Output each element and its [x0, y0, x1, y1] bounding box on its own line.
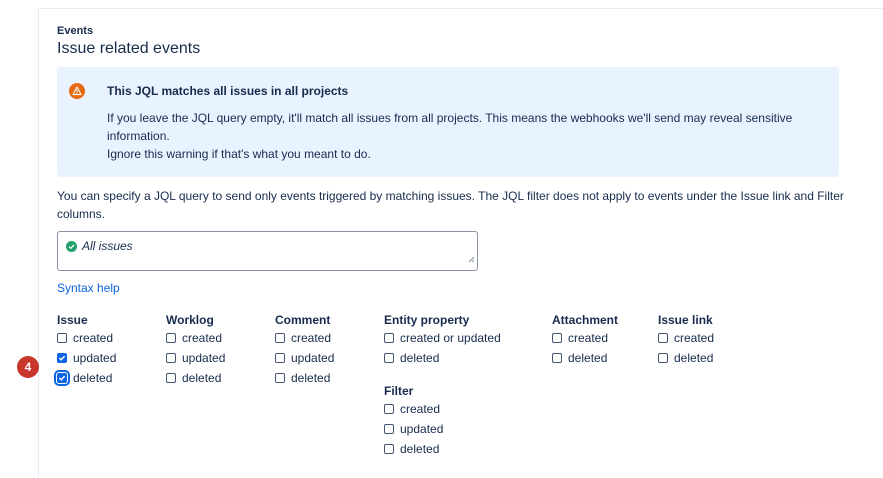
option-label: updated [182, 351, 226, 365]
checkbox[interactable] [658, 353, 668, 363]
banner-title: This JQL matches all issues in all proje… [107, 84, 349, 98]
comment-created-option[interactable]: created [275, 328, 334, 348]
attachment-created-option[interactable]: created [552, 328, 618, 348]
column-title: Issue [57, 313, 88, 327]
option-label: created [674, 331, 715, 345]
column-title: Issue link [658, 313, 713, 327]
checkbox[interactable] [166, 373, 176, 383]
option-label: created [291, 331, 332, 345]
checkbox[interactable] [275, 373, 285, 383]
checkbox[interactable] [552, 333, 562, 343]
issue-column: Issue created updated deleted [54, 312, 116, 388]
checkbox[interactable] [275, 333, 285, 343]
comment-updated-option[interactable]: updated [275, 348, 334, 368]
checkbox[interactable] [384, 404, 394, 414]
check-circle-icon [66, 241, 77, 252]
attachment-column: Attachment created deleted [552, 312, 618, 368]
checkbox-checked[interactable] [57, 353, 67, 363]
resize-handle-icon[interactable] [468, 250, 475, 268]
filter-deleted-option[interactable]: deleted [384, 439, 443, 459]
option-label: deleted [674, 351, 714, 365]
checkbox[interactable] [658, 333, 668, 343]
option-label: updated [73, 351, 117, 365]
column-title: Entity property [384, 313, 470, 327]
filter-updated-option[interactable]: updated [384, 419, 443, 439]
option-label: created [73, 331, 114, 345]
checkbox[interactable] [166, 353, 176, 363]
option-label: deleted [400, 442, 440, 456]
checkbox[interactable] [57, 333, 67, 343]
attachment-deleted-option[interactable]: deleted [552, 348, 618, 368]
banner-body: If you leave the JQL query empty, it'll … [107, 109, 807, 163]
issue-deleted-option[interactable]: deleted [54, 368, 116, 388]
entity-created-or-updated-option[interactable]: created or updated [384, 328, 501, 348]
checkbox-checked[interactable] [54, 370, 70, 386]
section-label: Events [57, 25, 94, 37]
warning-icon [69, 83, 85, 99]
section-title: Issue related events [57, 40, 201, 57]
issue-link-column: Issue link created deleted [658, 312, 714, 368]
jql-input[interactable]: All issues [57, 231, 478, 271]
option-label: created [568, 331, 609, 345]
column-title: Attachment [552, 313, 619, 327]
banner-body-line2: Ignore this warning if that's what you m… [107, 147, 371, 161]
step-badge: 4 [17, 356, 39, 378]
option-label: updated [400, 422, 444, 436]
jql-value: All issues [82, 239, 133, 253]
option-label: created [182, 331, 223, 345]
option-label: deleted [291, 371, 331, 385]
option-label: deleted [182, 371, 222, 385]
checkbox[interactable] [166, 333, 176, 343]
issue-link-created-option[interactable]: created [658, 328, 714, 348]
worklog-column: Worklog created updated deleted [166, 312, 225, 388]
banner-body-line1: If you leave the JQL query empty, it'll … [107, 111, 793, 143]
checkbox[interactable] [552, 353, 562, 363]
filter-column: Filter created updated deleted [384, 383, 443, 459]
jql-description: You can specify a JQL query to send only… [57, 189, 844, 221]
option-label: updated [291, 351, 335, 365]
issue-updated-option[interactable]: updated [57, 348, 116, 368]
column-title: Worklog [166, 313, 214, 327]
worklog-updated-option[interactable]: updated [166, 348, 225, 368]
checkbox[interactable] [384, 353, 394, 363]
checkbox[interactable] [384, 444, 394, 454]
checkbox[interactable] [275, 353, 285, 363]
entity-deleted-option[interactable]: deleted [384, 348, 501, 368]
option-label: created [400, 402, 441, 416]
option-label: deleted [400, 351, 440, 365]
column-title: Comment [275, 313, 331, 327]
issue-link-deleted-option[interactable]: deleted [658, 348, 714, 368]
worklog-created-option[interactable]: created [166, 328, 225, 348]
entity-property-column: Entity property created or updated delet… [384, 312, 501, 368]
issue-created-option[interactable]: created [57, 328, 116, 348]
option-label: created or updated [400, 331, 501, 345]
comment-deleted-option[interactable]: deleted [275, 368, 334, 388]
filter-created-option[interactable]: created [384, 399, 443, 419]
checkbox[interactable] [384, 424, 394, 434]
column-title: Filter [384, 384, 414, 398]
comment-column: Comment created updated deleted [275, 312, 334, 388]
worklog-deleted-option[interactable]: deleted [166, 368, 225, 388]
checkbox[interactable] [384, 333, 394, 343]
option-label: deleted [568, 351, 608, 365]
option-label: deleted [73, 371, 113, 385]
syntax-help-link[interactable]: Syntax help [57, 281, 120, 295]
warning-banner: This JQL matches all issues in all proje… [57, 67, 839, 177]
